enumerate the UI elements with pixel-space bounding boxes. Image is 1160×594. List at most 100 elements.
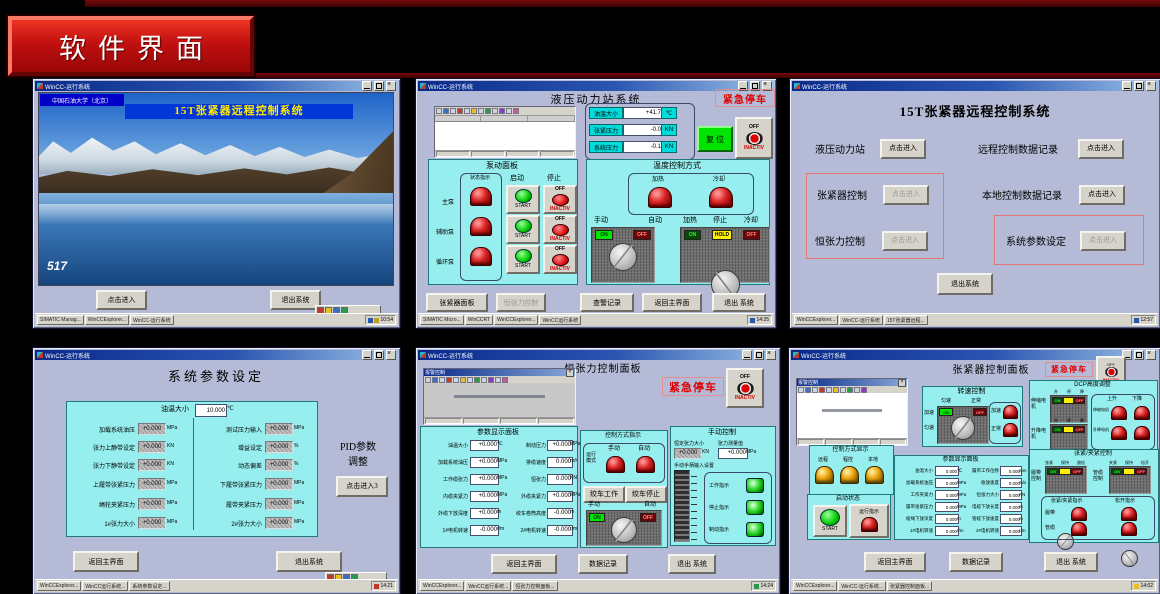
enter-button-disabled[interactable]: 点击进入: [1080, 231, 1126, 251]
alarm-titlebar[interactable]: 报警控制×: [424, 369, 575, 376]
tray-icon[interactable]: [368, 318, 373, 323]
manual-handle-slider[interactable]: [674, 470, 690, 542]
titlebar[interactable]: WinCC-运行系统: [792, 81, 1158, 91]
back-main-button[interactable]: 返回主界面: [864, 552, 926, 572]
close-icon[interactable]: ×: [566, 369, 574, 377]
tensioner-panel-button[interactable]: 张紧器面板: [426, 293, 488, 312]
tray-icon[interactable]: [374, 584, 379, 589]
taskbar-item[interactable]: WinCC运行系统: [539, 315, 581, 325]
taskbar-item[interactable]: 15T张紧器远程...: [884, 315, 928, 325]
pump-start-button[interactable]: START: [506, 215, 540, 244]
param-label: 2#电机转速: [510, 527, 546, 534]
maximize-icon[interactable]: [1134, 81, 1144, 91]
exit-button[interactable]: 退出系统: [276, 551, 342, 572]
taskbar-item[interactable]: WinCC运行系统...: [465, 581, 511, 591]
oil-temp-input[interactable]: 10.000: [195, 404, 227, 417]
taskbar-item[interactable]: WinCCExplorer...: [794, 315, 838, 325]
exit-button[interactable]: 退出 系统: [668, 554, 716, 574]
taskbar-item[interactable]: SIMATIC Micro...: [420, 315, 464, 325]
start-button[interactable]: START: [813, 505, 847, 537]
mode-rotary-switch[interactable]: [609, 243, 637, 271]
winch-stop-button[interactable]: 绞车停止: [625, 486, 667, 503]
maximize-icon[interactable]: [1134, 350, 1144, 360]
constant-tension-button[interactable]: 恒张力控制: [496, 293, 546, 312]
close-icon[interactable]: [1146, 81, 1156, 91]
on-badge: ON: [595, 230, 613, 240]
taskbar-item[interactable]: 恒张力控制面板...: [512, 581, 557, 591]
maximize-icon[interactable]: [374, 81, 384, 91]
taskbar-item[interactable]: WinCCRT: [465, 315, 493, 325]
exit-button[interactable]: 退出系统: [937, 273, 993, 295]
close-icon[interactable]: [386, 350, 396, 360]
pump-stop-button[interactable]: OFFINACTIV: [543, 215, 577, 244]
pump-stop-button[interactable]: OFFINACTIV: [543, 185, 577, 214]
close-icon[interactable]: ×: [898, 379, 906, 387]
back-main-button[interactable]: 返回主界面: [73, 551, 139, 572]
tray-icon[interactable]: [1134, 584, 1139, 589]
enter-button[interactable]: 点击进入: [1078, 139, 1124, 159]
alarm-titlebar[interactable]: 报警控制×: [797, 379, 907, 386]
alarm-toolbar[interactable]: [435, 107, 575, 116]
emergency-stop-lamp[interactable]: OFFINACTIV: [735, 117, 773, 159]
enter-button-disabled[interactable]: 点击进入: [883, 185, 929, 205]
taskbar-item[interactable]: WinCCExplorer...: [420, 581, 464, 591]
pid-enter-button[interactable]: 点击进入3: [336, 476, 388, 497]
data-record-button[interactable]: 数据记录: [949, 552, 1003, 572]
minimize-icon[interactable]: [362, 350, 372, 360]
tray-icon[interactable]: [374, 318, 379, 323]
tray-icon[interactable]: [1134, 318, 1139, 323]
taskbar[interactable]: WinCCExplorer... WinCC-运行系统 15T张紧器远程... …: [792, 313, 1158, 326]
taskbar[interactable]: SIMATIC Manag... WinCCExplorer... WinCC-…: [35, 313, 398, 326]
exit-button[interactable]: 退出 系统: [712, 293, 766, 312]
speed-rotary-switch[interactable]: [951, 416, 975, 440]
titlebar[interactable]: WinCC-运行系统: [418, 350, 778, 360]
taskbar-item[interactable]: WinCCExplorer...: [85, 315, 129, 325]
pump-stop-button[interactable]: OFFINACTIV: [543, 245, 577, 274]
taskbar-item[interactable]: WinCC-运行系统: [839, 315, 883, 325]
back-main-button[interactable]: 返回主界面: [642, 293, 702, 312]
taskbar-item[interactable]: WinCCExplorer...: [37, 581, 81, 591]
tray-icon[interactable]: [754, 584, 759, 589]
enter-button[interactable]: 点击进入: [96, 290, 147, 310]
emergency-stop-lamp[interactable]: OFFINACTIV: [726, 368, 764, 408]
back-main-button[interactable]: 返回主界面: [491, 554, 557, 574]
close-icon[interactable]: [386, 81, 396, 91]
taskbar[interactable]: WinCCExplorer... WinCC运行系统... 系统参数设定... …: [35, 579, 398, 592]
close-icon[interactable]: [1146, 350, 1156, 360]
exit-button[interactable]: 退出 系统: [1044, 552, 1098, 572]
reset-button[interactable]: 复 位: [697, 126, 733, 152]
tray-icon[interactable]: [750, 318, 755, 323]
taskbar-item[interactable]: WinCCExplorer...: [793, 581, 837, 591]
clamp-rotary-switch[interactable]: [1121, 550, 1138, 567]
maximize-icon[interactable]: [374, 350, 384, 360]
taskbar[interactable]: SIMATIC Micro... WinCCRT WinCCExplorer..…: [418, 313, 774, 326]
mode-rotary-switch[interactable]: [611, 517, 637, 543]
taskbar[interactable]: WinCCExplorer... WinCC-运行系统... 张紧器控制面板..…: [791, 579, 1158, 592]
taskbar-item[interactable]: 张紧器控制面板...: [887, 581, 932, 591]
titlebar[interactable]: WinCC-运行系统: [35, 81, 398, 91]
param-unit: MPa: [570, 493, 580, 499]
minimize-icon[interactable]: [742, 350, 752, 360]
minimize-icon[interactable]: [1122, 81, 1132, 91]
taskbar-item[interactable]: WinCCExplorer...: [494, 315, 538, 325]
pump-start-button[interactable]: START: [506, 185, 540, 214]
maximize-icon[interactable]: [754, 350, 764, 360]
taskbar-item[interactable]: WinCC运行系统...: [82, 581, 128, 591]
pump-start-button[interactable]: START: [506, 245, 540, 274]
enter-button-disabled[interactable]: 点击进入: [882, 231, 928, 251]
alarm-record-button[interactable]: 查警记录: [580, 293, 634, 312]
off-badge: OFF: [973, 408, 987, 416]
titlebar[interactable]: WinCC-运行系统: [35, 350, 398, 360]
taskbar-item[interactable]: SIMATIC Manag...: [37, 315, 84, 325]
taskbar-item[interactable]: 系统参数设定...: [129, 581, 169, 591]
enter-button[interactable]: 点击进入: [1079, 185, 1125, 205]
taskbar-item[interactable]: WinCC-运行系统...: [838, 581, 886, 591]
minimize-icon[interactable]: [362, 81, 372, 91]
taskbar-item[interactable]: WinCC-运行系统: [130, 315, 174, 325]
close-icon[interactable]: [766, 350, 776, 360]
enter-button[interactable]: 点击进入: [880, 139, 926, 159]
data-record-button[interactable]: 数据记录: [578, 554, 628, 574]
exit-button[interactable]: 退出系统: [270, 290, 321, 310]
taskbar[interactable]: WinCCExplorer... WinCC运行系统... 恒张力控制面板...…: [418, 579, 778, 592]
winch-work-button[interactable]: 绞车工作: [583, 486, 625, 503]
